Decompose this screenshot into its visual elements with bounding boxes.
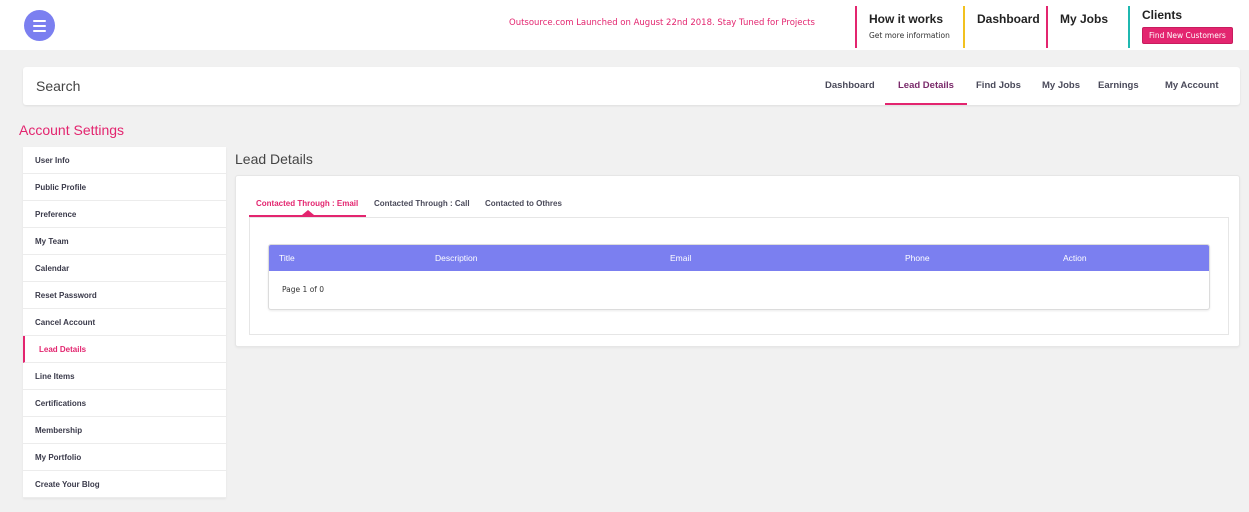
sidebar-item-public-profile[interactable]: Public Profile <box>23 174 226 201</box>
table-header: Title Description Email Phone Action <box>269 245 1209 271</box>
subnav-dashboard[interactable]: Dashboard <box>825 67 875 105</box>
find-new-customers-button[interactable]: Find New Customers <box>1142 27 1233 44</box>
column-phone: Phone <box>905 253 930 263</box>
leads-table: Title Description Email Phone Action Pag… <box>268 244 1210 310</box>
sidebar-item-create-your-blog[interactable]: Create Your Blog <box>23 471 226 498</box>
search-bar: Search Dashboard Lead Details Find Jobs … <box>23 67 1240 105</box>
nav-how-it-works[interactable]: How it works Get more information <box>855 6 963 48</box>
sidebar-item-user-info[interactable]: User Info <box>23 147 226 174</box>
sidebar-item-my-portfolio[interactable]: My Portfolio <box>23 444 226 471</box>
nav-how-it-works-label: How it works <box>869 12 944 26</box>
nav-clients: Clients Find New Customers <box>1128 6 1249 48</box>
nav-how-it-works-sub: Get more information <box>869 31 950 40</box>
sidebar-item-reset-password[interactable]: Reset Password <box>23 282 226 309</box>
announcement-text: Outsource.com Launched on August 22nd 20… <box>509 18 815 28</box>
tab-contacted-call[interactable]: Contacted Through : Call <box>374 199 470 208</box>
column-title: Title <box>279 253 295 263</box>
sidebar-item-membership[interactable]: Membership <box>23 417 226 444</box>
page-info: Page 1 of 0 <box>282 285 325 294</box>
sidebar-item-my-team[interactable]: My Team <box>23 228 226 255</box>
sidebar-item-cancel-account[interactable]: Cancel Account <box>23 309 226 336</box>
column-description: Description <box>435 253 478 263</box>
tab-content: Title Description Email Phone Action Pag… <box>249 217 1229 335</box>
sidebar-item-calendar[interactable]: Calendar <box>23 255 226 282</box>
nav-my-jobs-label: My Jobs <box>1060 12 1109 26</box>
page-title: Lead Details <box>235 151 313 167</box>
subnav-lead-details[interactable]: Lead Details <box>885 67 967 105</box>
tab-contacted-others[interactable]: Contacted to Othres <box>485 199 562 208</box>
subnav-my-account[interactable]: My Account <box>1165 67 1218 105</box>
subnav-find-jobs[interactable]: Find Jobs <box>976 67 1021 105</box>
lead-details-panel: Contacted Through : Email Contacted Thro… <box>235 175 1240 347</box>
account-sidebar: User Info Public Profile Preference My T… <box>23 147 226 498</box>
sidebar-item-lead-details[interactable]: Lead Details <box>23 336 226 363</box>
hamburger-menu-icon[interactable] <box>24 10 55 41</box>
sidebar-item-preference[interactable]: Preference <box>23 201 226 228</box>
search-input[interactable]: Search <box>36 78 80 94</box>
subnav-my-jobs[interactable]: My Jobs <box>1042 67 1080 105</box>
subnav-earnings[interactable]: Earnings <box>1098 67 1139 105</box>
top-bar: Outsource.com Launched on August 22nd 20… <box>0 0 1249 50</box>
account-settings-title: Account Settings <box>19 122 125 138</box>
tab-contacted-email[interactable]: Contacted Through : Email <box>256 199 358 208</box>
nav-clients-label[interactable]: Clients <box>1142 8 1249 22</box>
column-email: Email <box>670 253 692 263</box>
nav-my-jobs[interactable]: My Jobs <box>1046 6 1128 48</box>
nav-dashboard[interactable]: Dashboard <box>963 6 1046 48</box>
sidebar-item-certifications[interactable]: Certifications <box>23 390 226 417</box>
column-action: Action <box>1063 253 1087 263</box>
nav-dashboard-label: Dashboard <box>977 12 1040 26</box>
sidebar-item-line-items[interactable]: Line Items <box>23 363 226 390</box>
